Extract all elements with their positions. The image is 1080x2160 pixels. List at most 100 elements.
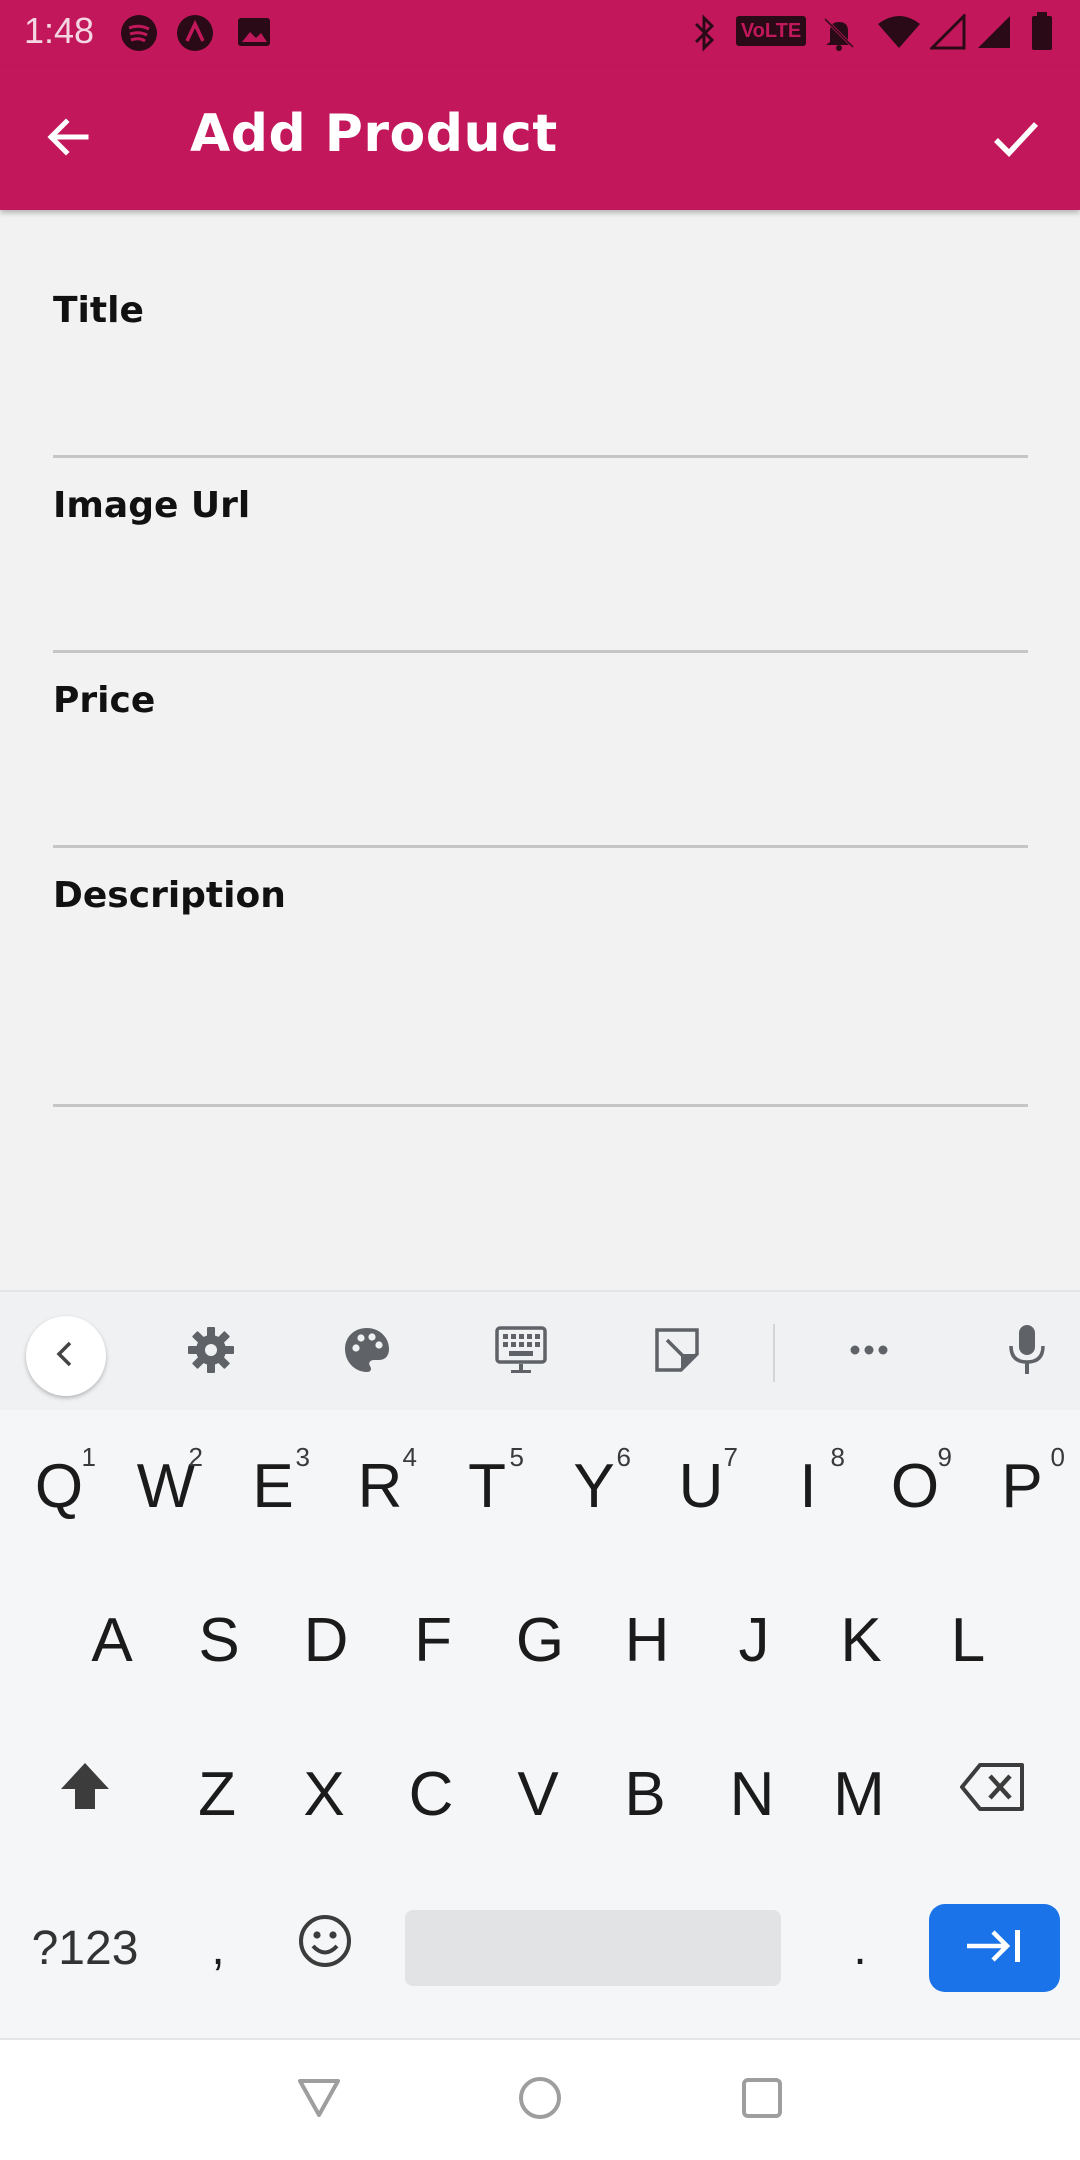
soft-keyboard: Q1 W2 E3 R4 T5 Y6 U7 I8 O9 P0 A S D F G … [0,1290,1080,2038]
key-hint: 5 [509,1442,524,1472]
voice-input-button[interactable] [987,1312,1067,1392]
key-hint: 4 [402,1442,417,1472]
key-hint: 9 [937,1442,952,1472]
key-hint: 6 [616,1442,631,1472]
key-v[interactable]: V [501,1736,575,1852]
notification-a-icon [176,14,214,56]
more-icon [843,1324,895,1380]
toolbar-divider [773,1324,775,1382]
settings-icon [185,1324,237,1380]
settings-button[interactable] [171,1312,251,1392]
key-u[interactable]: U7 [664,1428,738,1544]
key-hint: 2 [188,1442,203,1472]
bell-off-icon [820,14,858,56]
key-w[interactable]: W2 [129,1428,203,1544]
image-url-input[interactable] [53,485,1028,653]
key-k[interactable]: K [824,1582,898,1698]
backspace-icon [958,1759,1028,1830]
emoji-icon [297,1913,353,1984]
key-z[interactable]: Z [180,1736,254,1852]
nav-home-button[interactable] [505,2070,575,2130]
key-hint: 3 [295,1442,310,1472]
price-field[interactable]: Price [53,680,1028,848]
key-e[interactable]: E3 [236,1428,310,1544]
comma-key[interactable]: , [180,1890,256,2006]
app-screen: 1:48 VoLTE Add Product Title Image Url P… [0,0,1080,2160]
emoji-key[interactable] [285,1890,365,2006]
shift-key[interactable] [40,1736,130,1852]
one-handed-keyboard-button[interactable] [481,1312,561,1392]
back-triangle-icon [296,2077,342,2123]
title-field[interactable]: Title [53,290,1028,458]
title-input[interactable] [53,290,1028,458]
key-q[interactable]: Q1 [22,1428,96,1544]
description-field[interactable]: Description [53,875,1028,1107]
shift-icon [55,1757,115,1832]
key-t[interactable]: T5 [450,1428,524,1544]
key-label: U [678,1451,724,1521]
key-label: W [136,1451,196,1521]
floating-keyboard-button[interactable] [637,1312,717,1392]
home-circle-icon [517,2075,563,2125]
mic-icon [1001,1322,1053,1382]
status-time: 1:48 [24,10,95,51]
key-hint: 7 [723,1442,738,1472]
more-button[interactable] [829,1312,909,1392]
page-title: Add Product [190,104,558,164]
volte-icon: VoLTE [736,16,806,46]
keyboard-icon [494,1323,548,1381]
key-a[interactable]: A [75,1582,149,1698]
key-r[interactable]: R4 [343,1428,417,1544]
app-bar: Add Product [0,66,1080,210]
key-c[interactable]: C [394,1736,468,1852]
space-key[interactable] [405,1910,781,1986]
key-b[interactable]: B [608,1736,682,1852]
bluetooth-icon [688,14,720,56]
key-hint: 8 [830,1442,845,1472]
key-label: E [252,1451,294,1521]
period-key[interactable]: . [820,1890,900,2006]
image-url-field[interactable]: Image Url [53,485,1028,653]
key-label: I [799,1451,817,1521]
back-button[interactable] [24,106,112,172]
key-d[interactable]: D [289,1582,363,1698]
check-icon [990,112,1042,168]
nav-recents-button[interactable] [727,2070,797,2130]
arrow-left-icon [44,113,92,165]
sticker-icon [651,1324,703,1380]
key-label: T [468,1451,506,1521]
key-o[interactable]: O9 [878,1428,952,1544]
key-j[interactable]: J [717,1582,791,1698]
key-label: O [890,1451,940,1521]
key-label: P [1001,1451,1043,1521]
key-i[interactable]: I8 [771,1428,845,1544]
key-x[interactable]: X [287,1736,361,1852]
tab-arrow-icon [963,1924,1027,1972]
signal-icon [928,12,968,56]
key-y[interactable]: Y6 [557,1428,631,1544]
key-g[interactable]: G [503,1582,577,1698]
key-n[interactable]: N [715,1736,789,1852]
battery-icon [1030,12,1054,56]
key-f[interactable]: F [396,1582,470,1698]
key-label: Y [573,1451,615,1521]
backspace-key[interactable] [948,1736,1038,1852]
spotify-icon [120,14,158,56]
key-hint: 1 [81,1442,96,1472]
nav-back-button[interactable] [284,2070,354,2130]
description-input[interactable] [53,875,1028,1107]
save-button[interactable] [968,100,1064,180]
key-h[interactable]: H [610,1582,684,1698]
next-field-key[interactable] [929,1904,1060,1992]
key-p[interactable]: P0 [985,1428,1065,1544]
price-input[interactable] [53,680,1028,848]
key-m[interactable]: M [822,1736,896,1852]
key-l[interactable]: L [931,1582,1005,1698]
collapse-toolbar-button[interactable] [26,1316,106,1396]
theme-button[interactable] [327,1312,407,1392]
key-s[interactable]: S [182,1582,256,1698]
symbols-key[interactable]: ?123 [18,1890,152,2006]
image-icon [236,14,272,54]
palette-icon [341,1324,393,1380]
key-label: Q [34,1451,84,1521]
